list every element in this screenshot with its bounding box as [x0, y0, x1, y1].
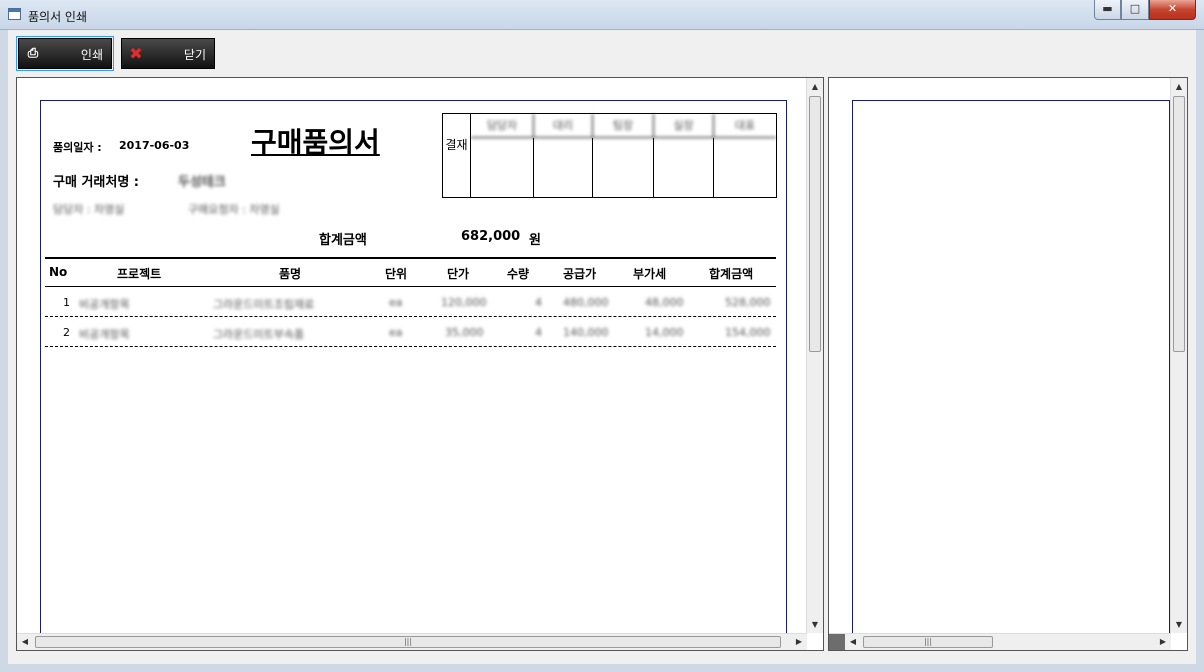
vertical-scrollbar-right[interactable]: ▲ ▼ — [1170, 78, 1187, 633]
sign-cell-3 — [593, 138, 654, 197]
scroll-left-arrow-icon[interactable]: ◀ — [845, 634, 861, 650]
row-unit: ea — [389, 296, 403, 309]
table-row: 2 비공개항목 그라운드미트부속품 ea 35,000 4 140,000 14… — [45, 317, 776, 347]
date-label: 품의일자 : — [53, 141, 102, 154]
sign-cell-2 — [534, 138, 593, 197]
row-price: 120,000 — [441, 296, 487, 309]
scroll-down-arrow-icon[interactable]: ▼ — [1171, 616, 1187, 633]
row-qty: 4 — [535, 326, 542, 339]
window-titlebar: 품의서 인쇄 ▬ □ ✕ — [0, 0, 1204, 30]
approver-1: 담당자 — [471, 114, 534, 138]
dept-text: 구매요청자 : 차영실 — [188, 203, 280, 216]
preview-pane-right: ▲ ▼ ◀ ||| ▶ — [828, 77, 1188, 651]
maximize-button[interactable]: □ — [1121, 0, 1149, 20]
horizontal-scrollbar-right[interactable]: ◀ ||| ▶ — [829, 633, 1171, 650]
scroll-thumb[interactable] — [809, 96, 821, 352]
minimize-button[interactable]: ▬ — [1094, 0, 1121, 20]
row-no: 2 — [63, 326, 70, 339]
row-item: 그라운드미트부속품 — [213, 328, 305, 341]
close-x-icon: ✖ — [129, 44, 143, 63]
approver-3: 팀장 — [593, 114, 654, 138]
approver-5: 대표 — [714, 114, 776, 138]
col-supply: 공급가 — [563, 267, 597, 281]
preview-page-2 — [852, 100, 1170, 640]
row-unit: ea — [389, 326, 403, 339]
approval-label: 결재 — [443, 114, 471, 197]
scroll-up-arrow-icon[interactable]: ▲ — [1171, 78, 1187, 95]
total-value: 682,000 — [461, 229, 521, 244]
col-qty: 수량 — [507, 267, 530, 281]
col-item: 품명 — [279, 267, 302, 281]
row-total: 154,000 — [725, 326, 771, 339]
requester-text: 담당자 : 차영실 — [53, 203, 125, 216]
scroll-right-arrow-icon[interactable]: ▶ — [1155, 634, 1171, 650]
window-close-button[interactable]: ✕ — [1149, 0, 1196, 20]
scroll-thumb[interactable]: ||| — [35, 636, 781, 648]
row-total: 528,000 — [725, 296, 771, 309]
scroll-thumb[interactable]: ||| — [863, 636, 993, 648]
col-vat: 부가세 — [633, 267, 667, 281]
window-title: 품의서 인쇄 — [28, 10, 88, 24]
col-unit: 단위 — [385, 267, 408, 281]
close-button[interactable]: ✖ 닫기 — [121, 38, 215, 69]
row-vat: 14,000 — [645, 326, 684, 339]
total-label: 합계금액 — [319, 233, 367, 248]
vendor-value: 두성테크 — [178, 175, 226, 190]
total-unit: 원 — [529, 233, 541, 248]
close-label: 닫기 — [183, 48, 206, 62]
preview-page: 품의일자 : 2017-06-03 구매품의서 구매 거래처명 : 두성테크 담… — [40, 100, 787, 640]
preview-pane-left: 품의일자 : 2017-06-03 구매품의서 구매 거래처명 : 두성테크 담… — [16, 77, 824, 651]
scroll-up-arrow-icon[interactable]: ▲ — [807, 78, 823, 95]
document-title: 구매품의서 — [251, 126, 380, 159]
approval-box: 결재 담당자 대리 팀장 실장 대표 — [442, 113, 777, 198]
table-row: 1 비공개항목 그라운드미트조립재료 ea 120,000 4 480,000 … — [45, 287, 776, 317]
date-value: 2017-06-03 — [119, 139, 190, 152]
scroll-right-arrow-icon[interactable]: ▶ — [791, 634, 807, 650]
scroll-down-arrow-icon[interactable]: ▼ — [807, 616, 823, 633]
vendor-label: 구매 거래처명 : — [53, 175, 140, 190]
row-supply: 480,000 — [563, 296, 609, 309]
sign-cell-1 — [471, 138, 534, 197]
scroll-left-block[interactable] — [829, 634, 845, 650]
row-project: 비공개항목 — [79, 328, 130, 341]
vertical-scrollbar-left[interactable]: ▲ ▼ — [806, 78, 823, 633]
row-no: 1 — [63, 296, 70, 309]
print-button[interactable]: ⎙ 인쇄 — [16, 36, 114, 71]
row-qty: 4 — [535, 296, 542, 309]
row-supply: 140,000 — [563, 326, 609, 339]
approver-4: 실장 — [654, 114, 714, 138]
row-project: 비공개항목 — [79, 298, 130, 311]
printer-icon: ⎙ — [27, 46, 39, 61]
row-vat: 48,000 — [645, 296, 684, 309]
col-no: No — [49, 265, 68, 279]
items-table-header: No 프로젝트 품명 단위 단가 수량 공급가 부가세 합계금액 — [45, 257, 776, 287]
scroll-left-arrow-icon[interactable]: ◀ — [17, 634, 33, 650]
sign-cell-4 — [654, 138, 714, 197]
col-total: 합계금액 — [709, 267, 754, 281]
window-client: ⎙ 인쇄 ✖ 닫기 품의일자 : 2017-06-03 구매품의서 구매 거래처… — [8, 30, 1196, 664]
window-icon — [8, 8, 21, 20]
print-label: 인쇄 — [80, 48, 103, 62]
row-item: 그라운드미트조립재료 — [213, 298, 315, 311]
col-price: 단가 — [447, 267, 470, 281]
scroll-thumb[interactable] — [1173, 96, 1185, 352]
row-price: 35,000 — [445, 326, 484, 339]
horizontal-scrollbar-left[interactable]: ◀ ||| ▶ — [17, 633, 807, 650]
col-project: 프로젝트 — [117, 267, 162, 281]
approver-2: 대리 — [534, 114, 593, 138]
